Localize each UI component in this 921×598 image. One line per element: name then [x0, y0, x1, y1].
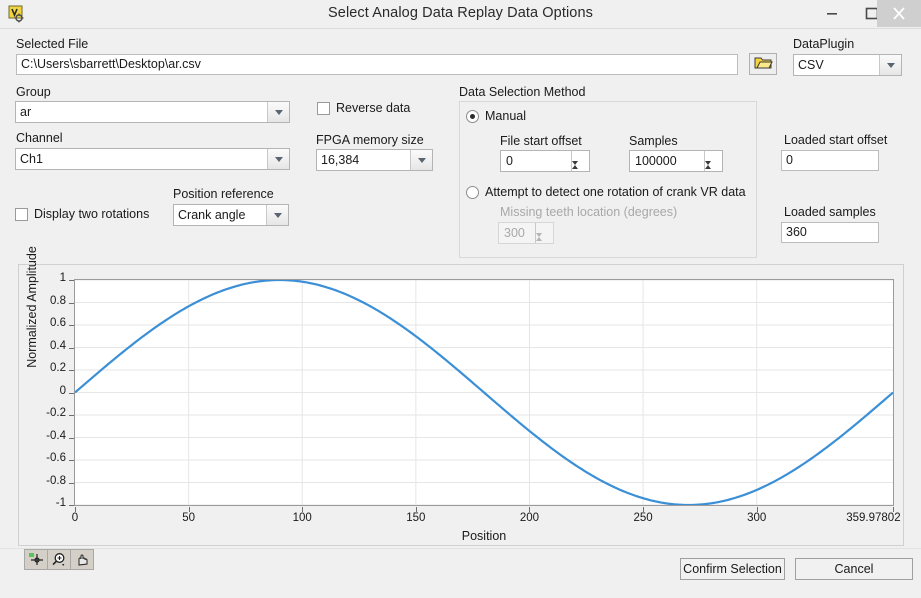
channel-select[interactable]: Ch1	[15, 148, 290, 170]
magnifier-zoom-icon[interactable]	[48, 550, 71, 569]
loaded-start-offset-value: 0	[781, 150, 879, 171]
fpga-memory-size-label: FPGA memory size	[316, 133, 424, 147]
manual-radio[interactable]: Manual	[466, 109, 526, 123]
close-button[interactable]	[877, 0, 921, 27]
missing-teeth-value[interactable]: 300	[499, 226, 535, 240]
y-tick-label: -0.2	[46, 407, 66, 419]
radio-dot	[466, 109, 479, 123]
y-tick-label: 0.2	[50, 362, 66, 374]
chevron-down-icon[interactable]	[267, 149, 289, 169]
fpga-memory-size-select[interactable]: 16,384	[316, 149, 433, 171]
confirm-selection-button[interactable]: Confirm Selection	[680, 558, 785, 580]
dataplugin-select[interactable]: CSV	[793, 54, 902, 76]
browse-file-button[interactable]	[749, 53, 777, 75]
hand-pan-icon[interactable]	[71, 550, 93, 569]
x-tick-label: 100	[292, 512, 312, 524]
position-reference-select[interactable]: Crank angle	[173, 204, 289, 226]
y-tick-label: -0.8	[46, 474, 66, 487]
dataplugin-label: DataPlugin	[793, 37, 855, 51]
position-reference-value: Crank angle	[178, 208, 246, 222]
waveform-plot	[75, 280, 893, 505]
fpga-memory-size-value: 16,384	[321, 153, 360, 167]
x-tick-label: 300	[747, 512, 767, 524]
reverse-data-checkbox[interactable]: Reverse data	[317, 101, 410, 115]
stepper-buttons[interactable]	[704, 151, 722, 179]
chevron-down-icon[interactable]	[410, 150, 432, 170]
dialog-window: Select Analog Data Replay Data Options S…	[0, 0, 921, 598]
stepper-buttons[interactable]	[535, 223, 553, 251]
loaded-samples-label: Loaded samples	[784, 205, 876, 219]
x-tick-label: 50	[182, 512, 196, 524]
y-tick-label: -0.6	[46, 452, 66, 464]
manual-label: Manual	[485, 109, 526, 123]
file-start-offset-value[interactable]: 0	[501, 154, 571, 168]
x-axis-label: Position	[461, 529, 507, 543]
chevron-down-icon[interactable]	[267, 102, 289, 122]
x-tick-mark	[529, 507, 531, 512]
file-start-offset-stepper[interactable]: 0	[500, 150, 590, 179]
x-tick-mark	[75, 507, 76, 512]
crosshair-cursor-icon[interactable]	[25, 550, 48, 569]
y-tick-label: -1	[55, 497, 66, 509]
x-tick-mark	[756, 507, 758, 512]
plot-area[interactable]	[74, 279, 894, 506]
y-tick-label: -0.4	[46, 429, 66, 442]
display-two-rotations-label: Display two rotations	[34, 207, 150, 221]
loaded-samples-value: 360	[781, 222, 879, 243]
x-tick-mark	[302, 507, 304, 512]
stepper-down-icon[interactable]	[536, 233, 553, 251]
stepper-down-icon[interactable]	[705, 161, 722, 179]
y-tick-label: 0.8	[50, 294, 66, 307]
chevron-down-icon[interactable]	[879, 55, 901, 75]
stepper-down-icon[interactable]	[572, 161, 589, 179]
minimize-button[interactable]	[812, 0, 852, 27]
y-tick-label: 0.4	[50, 339, 66, 352]
channel-value: Ch1	[20, 152, 43, 166]
samples-stepper[interactable]: 100000	[629, 150, 723, 179]
group-select[interactable]: ar	[15, 101, 290, 123]
x-tick-mark	[893, 507, 894, 512]
samples-value[interactable]: 100000	[630, 154, 704, 168]
folder-open-icon	[754, 55, 773, 73]
x-tick-label: 359.97802	[846, 512, 901, 524]
checkbox-box	[317, 101, 330, 115]
loaded-start-offset-label: Loaded start offset	[784, 133, 888, 147]
missing-teeth-stepper[interactable]: 300	[498, 222, 554, 251]
chevron-down-icon[interactable]	[266, 205, 288, 225]
window-title: Select Analog Data Replay Data Options	[328, 5, 593, 21]
data-selection-method-title: Data Selection Method	[459, 85, 586, 99]
y-tick-label: 1	[59, 272, 66, 284]
auto-detect-rotation-label: Attempt to detect one rotation of crank …	[485, 185, 746, 199]
x-tick-mark	[188, 507, 190, 512]
reverse-data-label: Reverse data	[336, 101, 411, 115]
x-tick-mark	[643, 507, 645, 512]
channel-label: Channel	[16, 131, 63, 145]
x-tick-label: 150	[406, 512, 426, 524]
x-tick-label: 250	[633, 512, 653, 524]
title-bar: Select Analog Data Replay Data Options	[0, 0, 921, 29]
missing-teeth-label: Missing teeth location (degrees)	[500, 205, 678, 219]
x-tick-label: 200	[519, 512, 540, 524]
cancel-button[interactable]: Cancel	[795, 558, 913, 580]
x-tick-label: 0	[71, 512, 79, 524]
selected-file-label: Selected File	[16, 37, 89, 51]
stepper-buttons[interactable]	[571, 151, 589, 179]
group-value: ar	[20, 105, 32, 119]
file-start-offset-label: File start offset	[500, 134, 582, 148]
y-tick-label: 0	[59, 384, 66, 397]
graph-palette[interactable]	[24, 549, 94, 570]
radio-dot	[466, 185, 479, 199]
group-label: Group	[16, 85, 51, 99]
y-tick-label: 0.6	[50, 317, 66, 329]
auto-detect-rotation-radio[interactable]: Attempt to detect one rotation of crank …	[466, 185, 746, 199]
dataplugin-value: CSV	[798, 58, 824, 72]
selected-file-input[interactable]: C:\Users\sbarrett\Desktop\ar.csv	[16, 54, 738, 75]
samples-label: Samples	[629, 134, 678, 148]
position-reference-label: Position reference	[173, 187, 274, 201]
footer-divider	[0, 548, 921, 549]
x-tick-mark	[415, 507, 417, 512]
